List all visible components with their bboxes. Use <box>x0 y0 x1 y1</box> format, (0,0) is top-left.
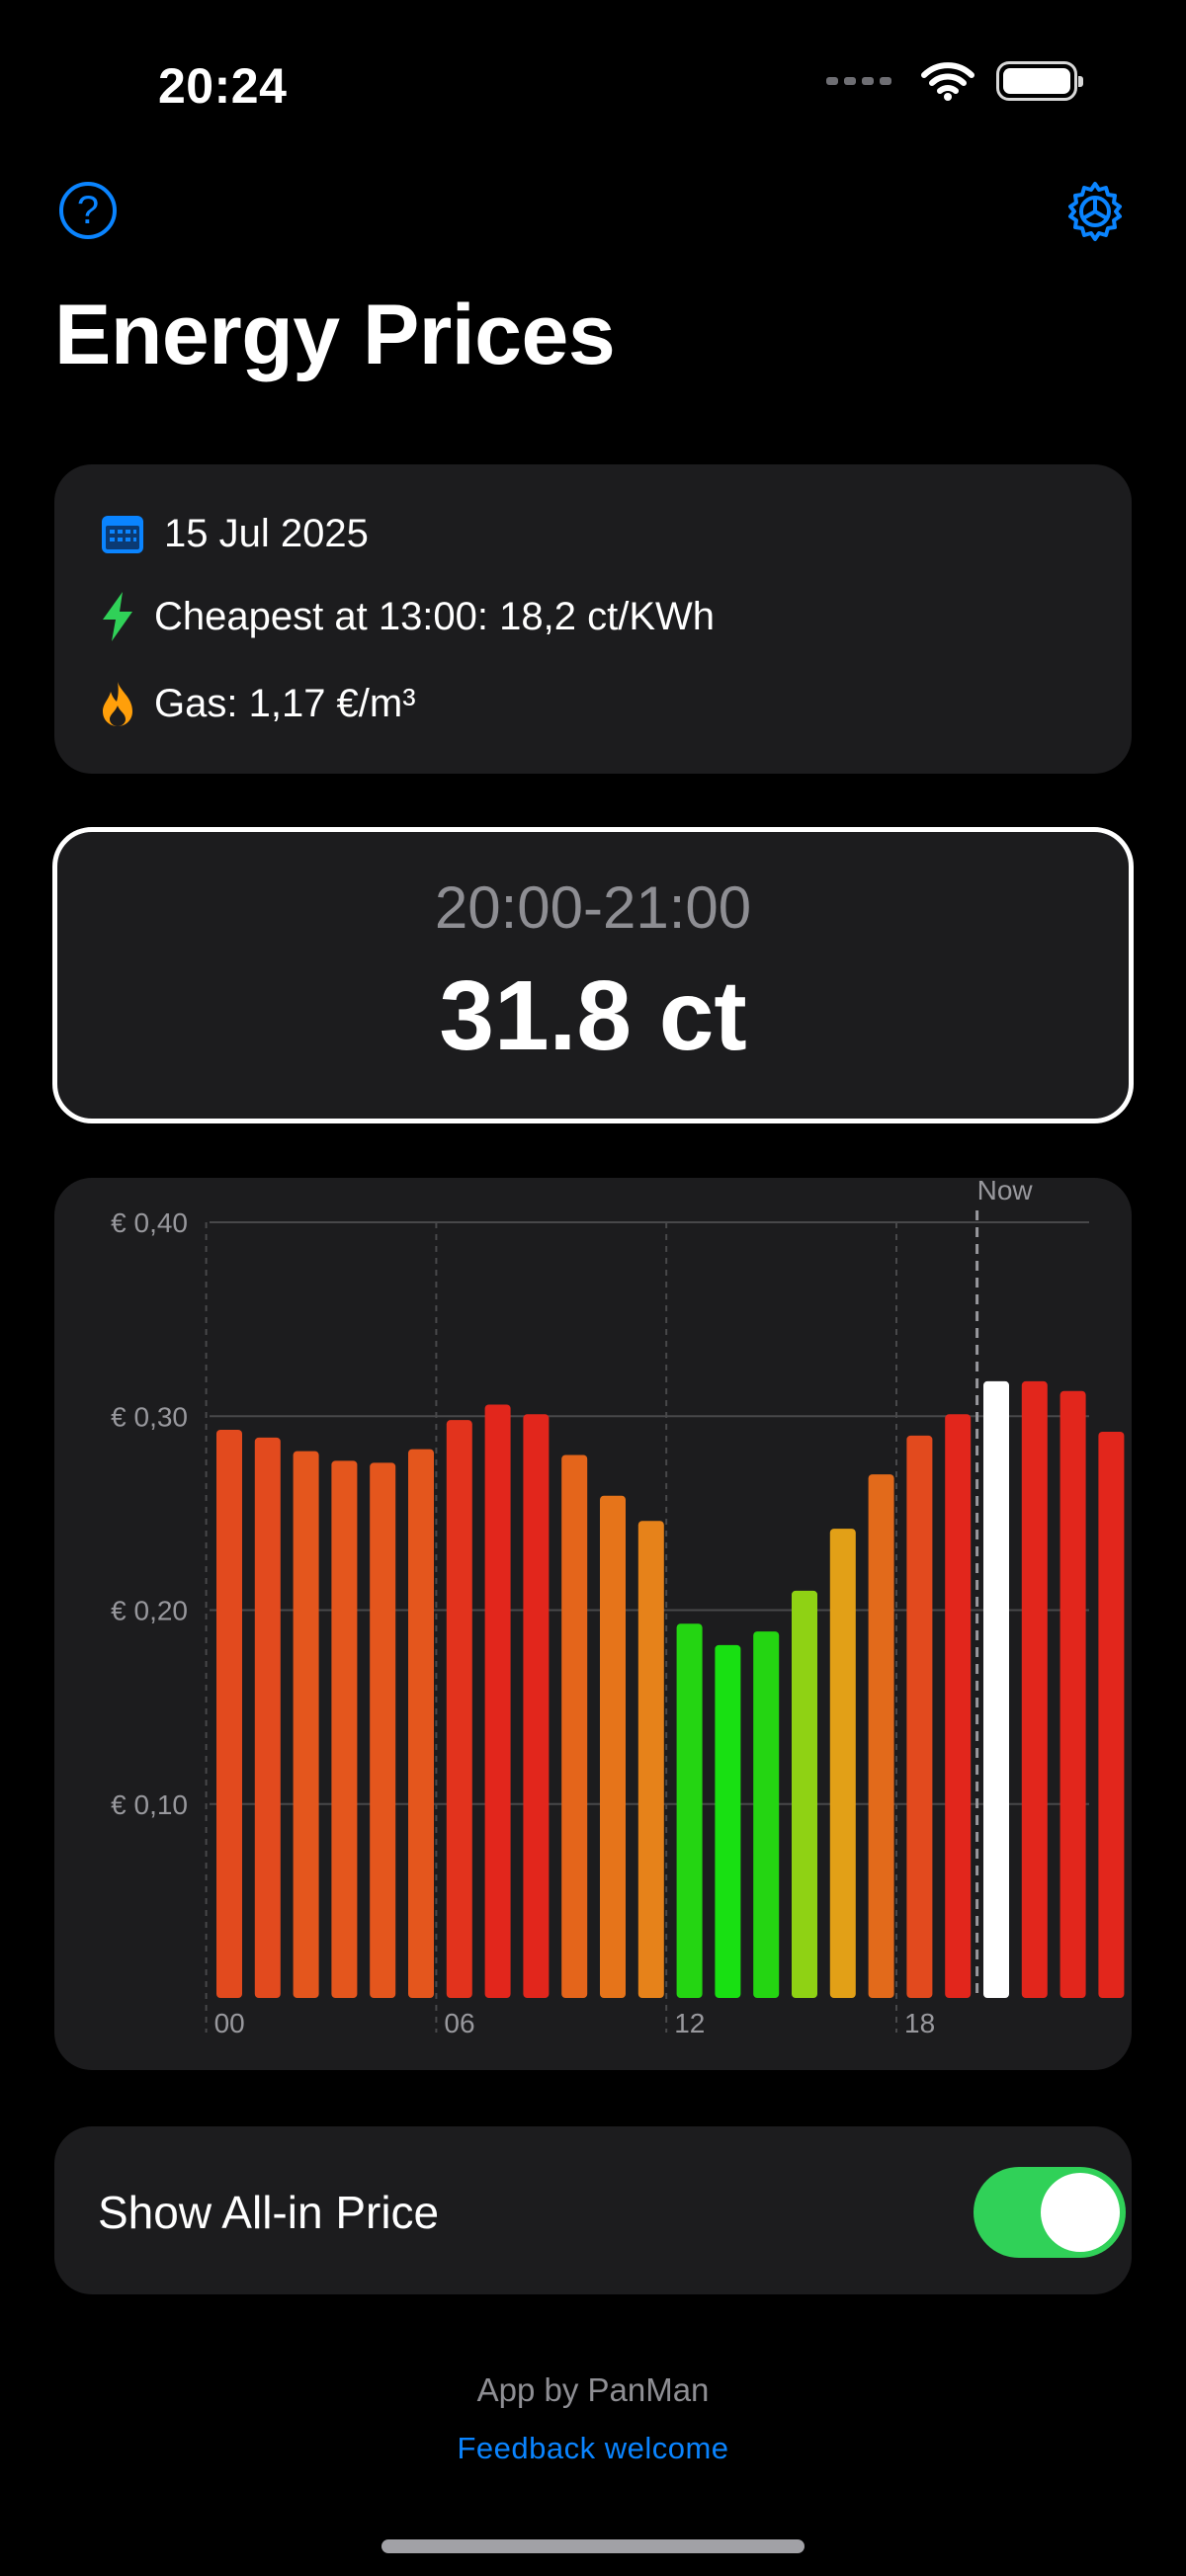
app-credit: App by PanMan <box>476 2371 710 2408</box>
status-icons <box>826 61 1083 101</box>
price-bar <box>1059 1390 1086 1998</box>
info-card: 15 Jul 2025 Cheapest at 13:00: 18,2 ct/K… <box>54 464 1132 774</box>
home-indicator <box>381 2539 805 2553</box>
price-bar <box>293 1451 319 1998</box>
price-bar <box>906 1435 933 1998</box>
help-button[interactable]: ? <box>59 182 117 239</box>
x-axis-label: 06 <box>444 2008 474 2038</box>
toggle-knob <box>1041 2173 1120 2252</box>
x-axis-label: 18 <box>904 2008 935 2038</box>
price-bar <box>829 1529 856 1998</box>
price-bar <box>446 1420 472 1998</box>
battery-icon <box>996 61 1083 101</box>
price-bar <box>600 1495 626 1998</box>
all-in-price-toggle[interactable] <box>974 2167 1126 2258</box>
date-row: 15 Jul 2025 <box>99 510 369 557</box>
price-bar <box>753 1631 780 1998</box>
price-bar <box>945 1414 972 1998</box>
price-bar <box>637 1521 664 1998</box>
price-bar <box>484 1404 511 1998</box>
y-axis-label: € 0,10 <box>111 1789 188 1820</box>
settings-gear-icon[interactable] <box>1063 180 1127 243</box>
price-bar <box>792 1590 817 1998</box>
all-in-price-row: Show All-in Price <box>54 2126 1132 2294</box>
price-bar <box>1021 1380 1048 1998</box>
current-price-card[interactable]: 20:00-21:00 31.8 ct <box>52 827 1134 1123</box>
flame-icon <box>99 680 136 727</box>
calendar-icon <box>99 510 146 557</box>
price-bar <box>523 1414 550 1998</box>
cheapest-text: Cheapest at 13:00: 18,2 ct/KWh <box>154 594 716 638</box>
price-bar <box>370 1462 396 1998</box>
price-bar <box>983 1380 1009 1998</box>
price-bar <box>868 1474 894 1998</box>
gas-row: Gas: 1,17 €/m³ <box>99 680 416 727</box>
x-axis-label: 12 <box>674 2008 705 2038</box>
status-time: 20:24 <box>158 58 288 114</box>
cellular-signal-icon <box>826 77 891 85</box>
date-text: 15 Jul 2025 <box>164 511 369 555</box>
price-bar <box>216 1429 242 1998</box>
feedback-link[interactable]: Feedback welcome <box>0 2431 1186 2466</box>
price-bar <box>715 1644 741 1998</box>
all-in-price-label: Show All-in Price <box>98 2187 440 2238</box>
price-bar <box>1098 1431 1125 1998</box>
wifi-icon <box>921 62 974 101</box>
price-chart-card[interactable]: € 0,40 € 0,30 € 0,20 € 0,10 00 06 12 18 Now <box>54 1178 1132 2070</box>
price-bar <box>561 1454 588 1998</box>
cheapest-row: Cheapest at 13:00: 18,2 ct/KWh <box>99 592 716 641</box>
page-title: Energy Prices <box>54 288 616 382</box>
x-axis-label: 00 <box>214 2008 245 2038</box>
price-bar <box>254 1437 281 1998</box>
price-bar <box>331 1460 358 1998</box>
lightning-bolt-icon <box>99 592 136 641</box>
current-price-value: 31.8 ct <box>439 960 747 1071</box>
current-time-range: 20:00-21:00 <box>434 874 752 941</box>
price-bar-chart[interactable]: € 0,40 € 0,30 € 0,20 € 0,10 00 06 12 18 Now <box>54 1178 1132 2070</box>
gas-price-text: Gas: 1,17 €/m³ <box>154 681 416 725</box>
price-bar <box>676 1623 703 1998</box>
price-bar <box>408 1449 434 1998</box>
now-marker-label: Now <box>977 1178 1034 1205</box>
y-axis-label: € 0,30 <box>111 1401 188 1432</box>
y-axis-label: € 0,40 <box>111 1207 188 1238</box>
question-mark-icon: ? <box>76 188 100 232</box>
y-axis-label: € 0,20 <box>111 1596 188 1626</box>
